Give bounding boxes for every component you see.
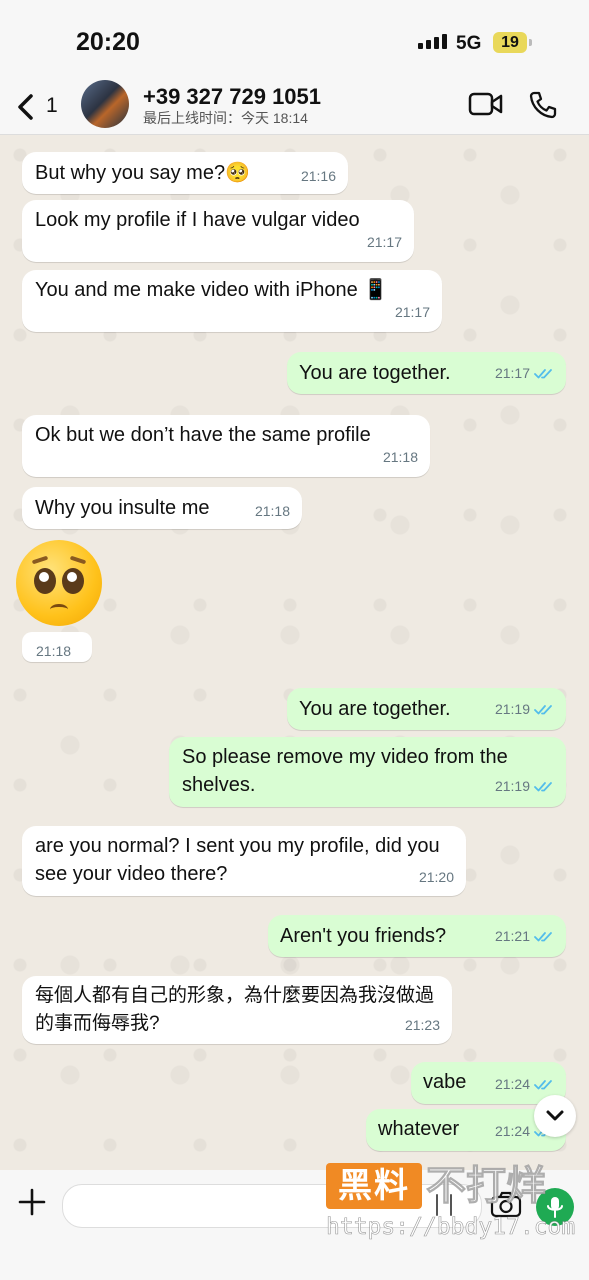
message-incoming[interactable]: are you normal? I sent you my profile, d… — [22, 826, 466, 896]
message-text: are you normal? I sent you my profile, d… — [35, 835, 440, 885]
message-text: Look my profile if I have vulgar video — [35, 209, 360, 231]
scroll-down-button[interactable] — [534, 1095, 576, 1137]
message-text: Ok but we don’t have the same profile — [35, 424, 371, 446]
watermark-url: https://bbdy17.com — [326, 1214, 576, 1241]
message-time: 21:17 — [394, 304, 430, 320]
message-incoming[interactable]: You and me make video with iPhone 📱 21:1… — [22, 270, 442, 332]
double-check-icon — [534, 781, 552, 791]
message-text: But why you say me?🥺 — [35, 162, 250, 184]
message-incoming[interactable]: Look my profile if I have vulgar video 2… — [22, 200, 414, 262]
message-time: 21:21 — [495, 922, 554, 950]
message-time: 21:16 — [300, 168, 336, 184]
status-time: 20:20 — [76, 28, 140, 56]
message-time: 21:17 — [366, 234, 402, 250]
message-text: Why you insulte me — [35, 497, 210, 519]
message-outgoing[interactable]: Aren't you friends? 21:21 — [268, 915, 566, 957]
message-incoming[interactable]: Why you insulte me 21:18 — [22, 487, 302, 529]
avatar[interactable] — [81, 80, 129, 128]
emoji-time-badge: 21:18 — [22, 632, 92, 662]
message-outgoing[interactable]: You are together. 21:19 — [287, 688, 566, 730]
pleading-face-emoji — [16, 540, 102, 626]
status-bar: 20:20 5G 19 — [0, 0, 589, 80]
message-text: 每個人都有自己的形象，為什麼要因為我沒做過的事而侮辱我? — [35, 985, 435, 1034]
message-time: 21:24 — [495, 1070, 554, 1098]
network-label: 5G — [456, 33, 482, 54]
message-time: 21:19 — [495, 772, 554, 800]
message-text: Aren't you friends? — [280, 925, 447, 947]
watermark-brand: 黑料 — [326, 1163, 422, 1209]
unread-count: 1 — [46, 94, 58, 117]
signal-icon — [418, 34, 447, 49]
message-incoming[interactable]: But why you say me?🥺 21:16 — [22, 152, 348, 194]
message-text: You are together. — [299, 698, 451, 720]
video-call-icon[interactable] — [468, 92, 504, 116]
message-outgoing[interactable]: So please remove my video from the shelv… — [169, 737, 566, 807]
message-text: You are together. — [299, 362, 451, 384]
chevron-left-icon — [18, 94, 33, 120]
chat-header: 1 +39 327 729 1051 最后上线时间：今天 18:14 — [0, 80, 589, 135]
back-button[interactable]: 1 — [16, 90, 60, 126]
phone-icon[interactable] — [528, 90, 558, 120]
message-incoming[interactable]: Ok but we don’t have the same profile 21… — [22, 415, 430, 477]
message-outgoing[interactable]: You are together. 21:17 — [287, 352, 566, 394]
watermark: 黑料 不打烊 — [326, 1163, 566, 1213]
message-text: whatever — [378, 1118, 460, 1140]
chat-area[interactable]: But why you say me?🥺 21:16 Look my profi… — [0, 135, 589, 1170]
double-check-icon — [534, 704, 552, 714]
message-incoming[interactable]: 每個人都有自己的形象，為什麼要因為我沒做過的事而侮辱我? 21:23 — [22, 976, 452, 1044]
message-time: 21:17 — [495, 359, 554, 387]
message-time: 21:19 — [495, 695, 554, 723]
watermark-text: 不打烊 — [426, 1164, 547, 1209]
message-text: You and me make video with iPhone 📱 — [35, 279, 389, 301]
double-check-icon — [534, 1079, 552, 1089]
message-time: 21:18 — [254, 503, 290, 519]
battery-icon: 19 — [493, 32, 532, 53]
message-time: 21:23 — [404, 1017, 440, 1033]
contact-name[interactable]: +39 327 729 1051 — [143, 84, 321, 110]
double-check-icon — [534, 931, 552, 941]
message-time: 21:20 — [418, 869, 454, 885]
message-text: vabe — [423, 1071, 467, 1093]
message-time: 21:18 — [382, 449, 418, 465]
double-check-icon — [534, 368, 552, 378]
chevron-down-icon — [546, 1110, 564, 1121]
message-time: 21:18 — [36, 643, 72, 659]
plus-icon[interactable] — [17, 1187, 47, 1217]
last-seen-status: 最后上线时间：今天 18:14 — [143, 110, 308, 126]
